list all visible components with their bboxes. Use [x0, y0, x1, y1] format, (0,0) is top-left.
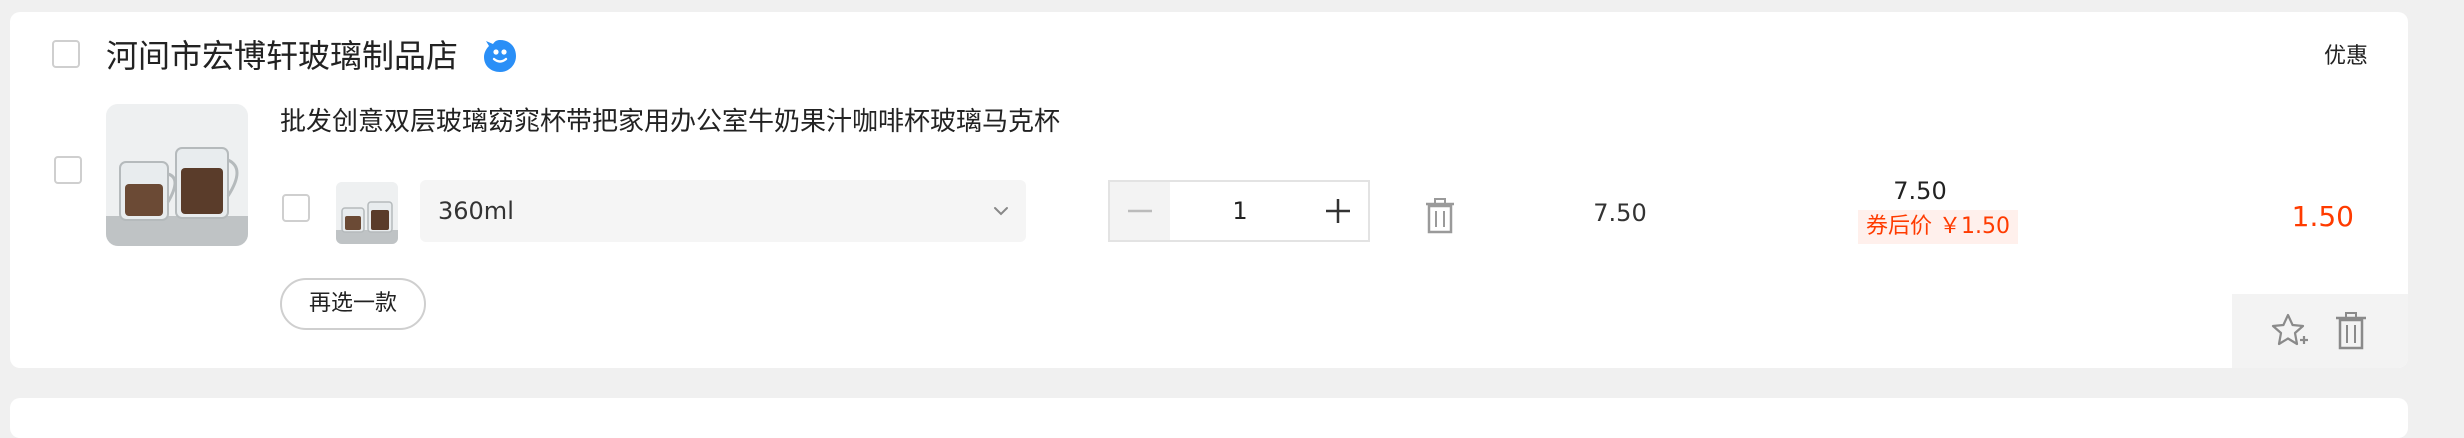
wangwang-chat-icon[interactable] [480, 36, 520, 76]
sku-select-checkbox[interactable] [282, 194, 310, 222]
delete-sku-icon[interactable] [1424, 198, 1456, 234]
final-price: 1.50 [2291, 200, 2354, 233]
chevron-down-icon [990, 200, 1012, 222]
sku-image [336, 182, 398, 244]
shop-select-checkbox[interactable] [52, 40, 80, 68]
decrease-quantity-button[interactable] [1110, 182, 1170, 240]
product-image[interactable] [106, 104, 248, 246]
product-title[interactable]: 批发创意双层玻璃窈窕杯带把家用办公室牛奶果汁咖啡杯玻璃马克杯 [280, 104, 1060, 140]
unit-price: 7.50 [1593, 199, 1647, 227]
increase-quantity-button[interactable] [1308, 182, 1368, 240]
quantity-stepper: 1 [1108, 180, 1370, 242]
sku-selected-value: 360ml [438, 197, 514, 225]
next-shop-card [10, 398, 2408, 438]
coupon-price-badge: 券后价 ￥1.50 [1858, 210, 2018, 244]
promo-label[interactable]: 优惠 [2324, 42, 2368, 72]
shop-name[interactable]: 河间市宏博轩玻璃制品店 [106, 34, 458, 78]
favorite-star-icon[interactable] [2270, 312, 2310, 350]
item-select-checkbox[interactable] [54, 156, 82, 184]
shop-card: 河间市宏博轩玻璃制品店 优惠 批发创意双层玻璃窈窕杯带把家用办公室牛奶果汁咖啡杯… [10, 12, 2408, 368]
sku-dropdown[interactable]: 360ml [420, 180, 1026, 242]
reselect-button[interactable]: 再选一款 [280, 278, 426, 330]
original-price: 7.50 [1893, 177, 1947, 205]
quantity-input[interactable]: 1 [1170, 182, 1310, 240]
delete-item-icon[interactable] [2334, 312, 2368, 350]
item-actions [2232, 294, 2408, 368]
